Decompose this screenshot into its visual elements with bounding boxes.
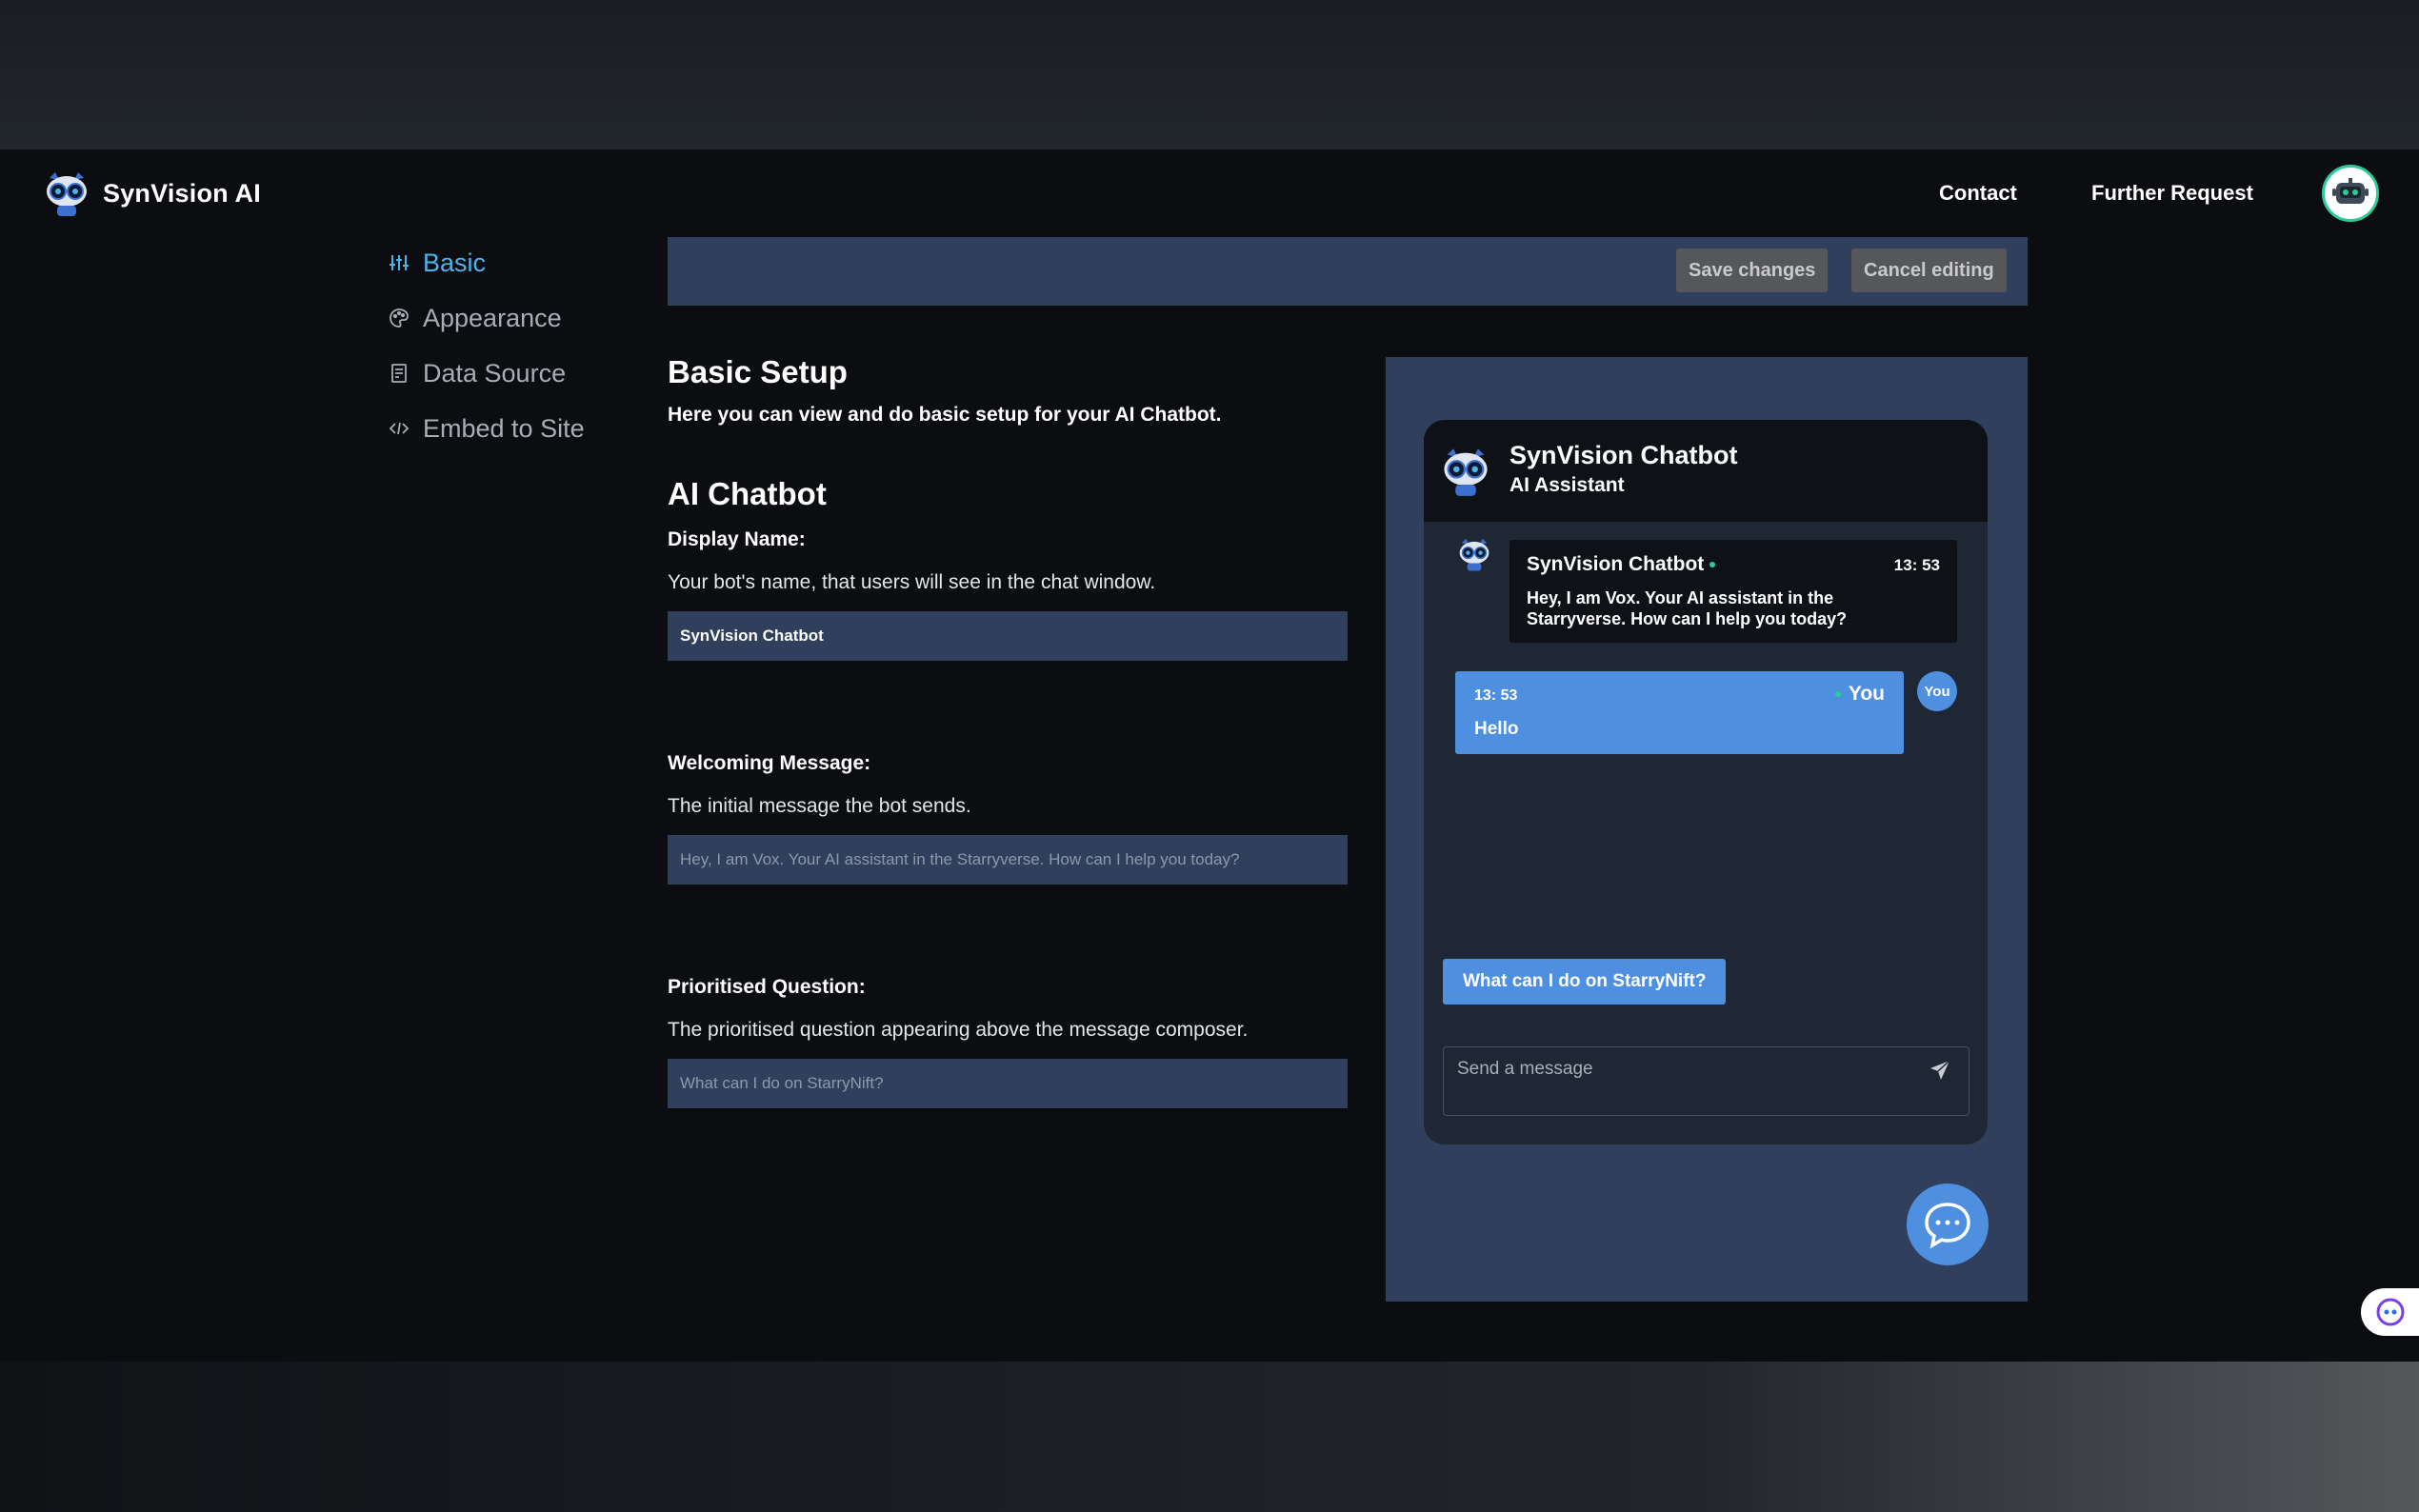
prioritised-question-label: Prioritised Question:	[668, 976, 866, 998]
section-title: AI Chatbot	[668, 476, 827, 511]
settings-sidebar: Basic Appearance Data Source Embed to Si…	[389, 235, 585, 456]
display-name-label: Display Name:	[668, 528, 806, 550]
brand[interactable]: SynVision AI	[42, 169, 261, 218]
welcome-message-label: Welcoming Message:	[668, 752, 871, 774]
display-name-input[interactable]	[668, 611, 1348, 661]
bot-message-time: 13: 53	[1893, 556, 1940, 574]
message-input[interactable]	[1444, 1047, 1901, 1091]
message-composer	[1443, 1046, 1969, 1116]
sidebar-item-embed[interactable]: Embed to Site	[389, 401, 585, 456]
basic-setup-form: Basic Setup Here you can view and do bas…	[668, 354, 1348, 1108]
bot-message-sender: SynVision Chatbot	[1527, 553, 1716, 576]
user-avatar[interactable]	[2322, 165, 2379, 222]
chat-launcher-button[interactable]	[1907, 1184, 1989, 1265]
floating-assistant-widget[interactable]	[2361, 1288, 2419, 1336]
page-subtitle: Here you can view and do basic setup for…	[668, 404, 1222, 426]
nav-further-request-link[interactable]: Further Request	[2091, 181, 2253, 206]
assistant-face-icon	[2376, 1298, 2405, 1326]
send-icon[interactable]	[1929, 1059, 1951, 1082]
sidebar-item-label: Basic	[423, 248, 487, 277]
chat-header: SynVision Chatbot AI Assistant	[1424, 420, 1988, 522]
user-message-sender: You	[1834, 683, 1885, 706]
sidebar-item-data-source[interactable]: Data Source	[389, 346, 585, 401]
background-band-bottom	[0, 1362, 2419, 1512]
chat-window: SynVision Chatbot AI Assistant SynVision…	[1424, 420, 1988, 1144]
page-title: Basic Setup	[668, 354, 848, 389]
user-message-time: 13: 53	[1474, 687, 1518, 704]
robot-logo-icon	[1444, 448, 1488, 496]
sidebar-item-label: Data Source	[423, 358, 567, 388]
chatbot-preview-panel: SynVision Chatbot AI Assistant SynVision…	[1386, 357, 2028, 1302]
bot-avatar-icon	[1459, 538, 1489, 571]
chat-title: SynVision Chatbot	[1509, 441, 1738, 469]
user-message-text: Hello	[1474, 719, 1519, 739]
robot-avatar-icon	[2332, 178, 2369, 204]
brand-name: SynVision AI	[103, 178, 261, 208]
online-dot	[1834, 691, 1841, 698]
welcome-message-input[interactable]	[668, 835, 1348, 885]
prioritised-question-button[interactable]: What can I do on StarryNift?	[1443, 959, 1727, 1005]
user-message-bubble: 13: 53 You Hello	[1455, 671, 1904, 754]
cancel-editing-button[interactable]: Cancel editing	[1851, 249, 2007, 292]
sidebar-item-label: Appearance	[423, 303, 562, 332]
online-dot	[1709, 562, 1716, 568]
welcome-message-help: The initial message the bot sends.	[668, 795, 971, 817]
code-icon	[389, 422, 410, 435]
nav-contact-link[interactable]: Contact	[1939, 181, 2017, 206]
user-message-avatar: You	[1917, 671, 1957, 711]
palette-icon	[390, 308, 409, 328]
sidebar-item-appearance[interactable]: Appearance	[389, 290, 585, 346]
bot-message-text: Hey, I am Vox. Your AI assistant in the …	[1527, 588, 1848, 628]
display-name-help: Your bot's name, that users will see in …	[668, 571, 1156, 593]
document-icon	[391, 364, 407, 383]
edit-toolbar: Save changes Cancel editing	[668, 237, 2028, 306]
app-window: SynVision AI Contact Further Request Bas…	[0, 149, 2419, 1362]
sliders-icon	[390, 255, 409, 270]
robot-logo-icon	[47, 172, 87, 216]
background-band-top	[0, 0, 2419, 149]
prioritised-question-input[interactable]	[668, 1059, 1348, 1108]
chat-subtitle: AI Assistant	[1509, 474, 1625, 496]
prioritised-question-help: The prioritised question appearing above…	[668, 1019, 1249, 1041]
chat-bubble-icon	[1925, 1203, 1970, 1249]
sidebar-item-label: Embed to Site	[423, 413, 585, 443]
bot-message-bubble: SynVision Chatbot 13: 53 Hey, I am Vox. …	[1509, 540, 1957, 643]
sidebar-item-basic[interactable]: Basic	[389, 235, 585, 290]
save-changes-button[interactable]: Save changes	[1676, 249, 1829, 292]
